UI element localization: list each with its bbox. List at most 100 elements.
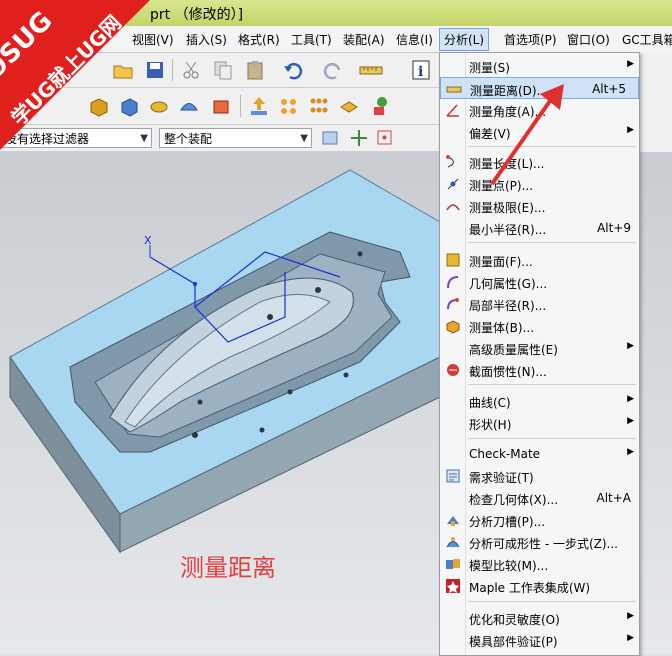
menu-item-label: 几何属性(G)... <box>469 277 548 291</box>
menu-insert[interactable]: 插入(S) <box>186 31 227 48</box>
menu-item-shape[interactable]: 形状(H) ▶ <box>440 412 639 434</box>
menu-item-measure-face[interactable]: 测量面(F)... <box>440 249 639 271</box>
menu-item-maple-integration[interactable]: Maple 工作表集成(W) <box>440 575 639 597</box>
menu-item-section-inertia[interactable]: 截面惯性(N)... <box>440 359 639 381</box>
menu-item-shortcut: Alt+5 <box>592 82 626 96</box>
menu-item-local-radius[interactable]: 局部半径(R)... <box>440 293 639 315</box>
submenu-arrow-icon: ▶ <box>627 341 634 351</box>
menu-item-shortcut: Alt+A <box>596 491 631 505</box>
undo-icon[interactable] <box>282 59 304 81</box>
menu-preferences[interactable]: 首选项(P) <box>504 31 557 48</box>
array-icon[interactable] <box>308 95 330 117</box>
measure-point-icon <box>445 176 461 192</box>
window-title: prt （修改的）] <box>150 7 244 23</box>
menu-item-curve[interactable]: 曲线(C) ▶ <box>440 390 639 412</box>
measure-limit-icon <box>445 198 461 214</box>
separator <box>172 59 173 81</box>
menu-item-geometric-properties[interactable]: 几何属性(G)... <box>440 271 639 293</box>
menu-item-label: 曲线(C) <box>469 396 511 410</box>
selection-scope-dropdown[interactable]: 整个装配 ▼ <box>159 128 312 148</box>
snap-icon[interactable] <box>348 127 370 149</box>
menu-item-label: 需求验证(T) <box>469 471 534 485</box>
menu-item-shortcut: Alt+9 <box>597 221 631 235</box>
paste-icon[interactable] <box>244 59 266 81</box>
formability-icon <box>445 534 461 550</box>
menu-item-formability-analysis[interactable]: 分析可成形性 - 一步式(Z)... <box>440 531 639 553</box>
pattern-icon[interactable] <box>278 95 300 117</box>
submenu-arrow-icon: ▶ <box>627 447 634 457</box>
menu-item-measure[interactable]: 测量(S) ▶ <box>440 55 639 77</box>
menu-analysis[interactable]: 分析(L) <box>439 28 490 51</box>
redo-icon[interactable] <box>322 59 344 81</box>
menu-item-label: Check-Mate <box>469 447 541 461</box>
local-radius-icon <box>445 296 461 312</box>
menu-gc-toolbox[interactable]: GC工具箱 <box>622 31 672 48</box>
menu-item-label: 测量面(F)... <box>469 255 533 269</box>
menu-item-label: Maple 工作表集成(W) <box>469 581 591 595</box>
separator <box>240 95 241 117</box>
submenu-arrow-icon: ▶ <box>627 611 634 621</box>
menu-item-analyze-pocket[interactable]: 分析刀槽(P)... <box>440 509 639 531</box>
menu-item-advanced-mass-properties[interactable]: 高级质量属性(E) ▶ <box>440 337 639 359</box>
menu-item-optimization-sensitivity[interactable]: 优化和灵敏度(O) ▶ <box>440 607 639 629</box>
menu-item-label: 分析可成形性 - 一步式(Z)... <box>469 537 618 551</box>
select-icon[interactable] <box>320 127 342 149</box>
menu-item-label: 测量(S) <box>469 61 510 75</box>
chevron-down-icon: ▼ <box>300 133 308 144</box>
menu-assembly[interactable]: 装配(A) <box>343 31 385 48</box>
menu-item-label: 测量体(B)... <box>469 321 535 335</box>
menu-tools[interactable]: 工具(T) <box>291 31 332 48</box>
menu-item-label: 最小半径(R)... <box>469 223 547 237</box>
menu-item-measure-limit[interactable]: 测量极限(E)... <box>440 195 639 217</box>
menu-item-check-geometry[interactable]: 检查几何体(X)... Alt+A <box>440 487 639 509</box>
menu-item-label: 测量极限(E)... <box>469 201 546 215</box>
selection-scope-value: 整个装配 <box>164 132 213 146</box>
menu-item-check-mate[interactable]: Check-Mate ▶ <box>440 443 639 465</box>
info-icon[interactable]: i <box>410 59 432 81</box>
measure-body-icon <box>445 318 461 334</box>
analyze-pocket-icon <box>445 512 461 528</box>
feature-group-icon[interactable] <box>370 95 392 117</box>
caption-text: 测量距离 <box>180 554 276 582</box>
shell-icon[interactable] <box>210 95 232 117</box>
right-toolbar-strip <box>638 52 672 152</box>
geometric-properties-icon <box>445 274 461 290</box>
model-compare-icon <box>445 556 461 572</box>
menu-item-label: 形状(H) <box>469 418 512 432</box>
menu-item-label: 优化和灵敏度(O) <box>469 613 560 627</box>
menu-item-label: 截面惯性(N)... <box>469 365 547 379</box>
cut-icon[interactable] <box>180 59 202 81</box>
submenu-arrow-icon: ▶ <box>627 416 634 426</box>
menu-item-min-radius[interactable]: 最小半径(R)... Alt+9 <box>440 217 639 239</box>
menu-item-label: 分析刀槽(P)... <box>469 515 546 529</box>
measure-ruler-icon[interactable] <box>358 59 383 81</box>
surface-icon[interactable] <box>178 95 200 117</box>
submenu-arrow-icon: ▶ <box>627 394 634 404</box>
svg-text:X: X <box>144 234 152 247</box>
submenu-arrow-icon: ▶ <box>627 125 634 135</box>
menu-item-label: 模型比较(M)... <box>469 559 549 573</box>
menu-info[interactable]: 信息(I) <box>396 31 433 48</box>
menu-item-model-compare[interactable]: 模型比较(M)... <box>440 553 639 575</box>
menu-separator <box>468 438 636 439</box>
menu-window[interactable]: 窗口(O) <box>567 31 610 48</box>
sweep-icon[interactable] <box>338 95 360 117</box>
point-snap-icon[interactable] <box>374 127 396 149</box>
extrude-icon[interactable] <box>248 95 270 117</box>
face-icon[interactable] <box>148 95 170 117</box>
annotation-arrow <box>490 84 564 186</box>
menu-format[interactable]: 格式(R) <box>238 31 280 48</box>
requirements-icon <box>445 468 461 484</box>
svg-text:i: i <box>418 64 423 80</box>
measure-length-icon <box>445 154 461 170</box>
submenu-arrow-icon: ▶ <box>627 633 634 643</box>
copy-icon[interactable] <box>212 59 234 81</box>
measure-distance-icon <box>446 81 462 97</box>
menu-item-requirements-validation[interactable]: 需求验证(T) <box>440 465 639 487</box>
menu-separator <box>468 384 636 385</box>
menu-item-mold-part-validation[interactable]: 模具部件验证(P) ▶ <box>440 629 639 651</box>
measure-angle-icon <box>445 102 461 118</box>
menu-item-label: 模具部件验证(P) <box>469 635 558 649</box>
maple-icon <box>445 578 461 594</box>
menu-item-measure-body[interactable]: 测量体(B)... <box>440 315 639 337</box>
